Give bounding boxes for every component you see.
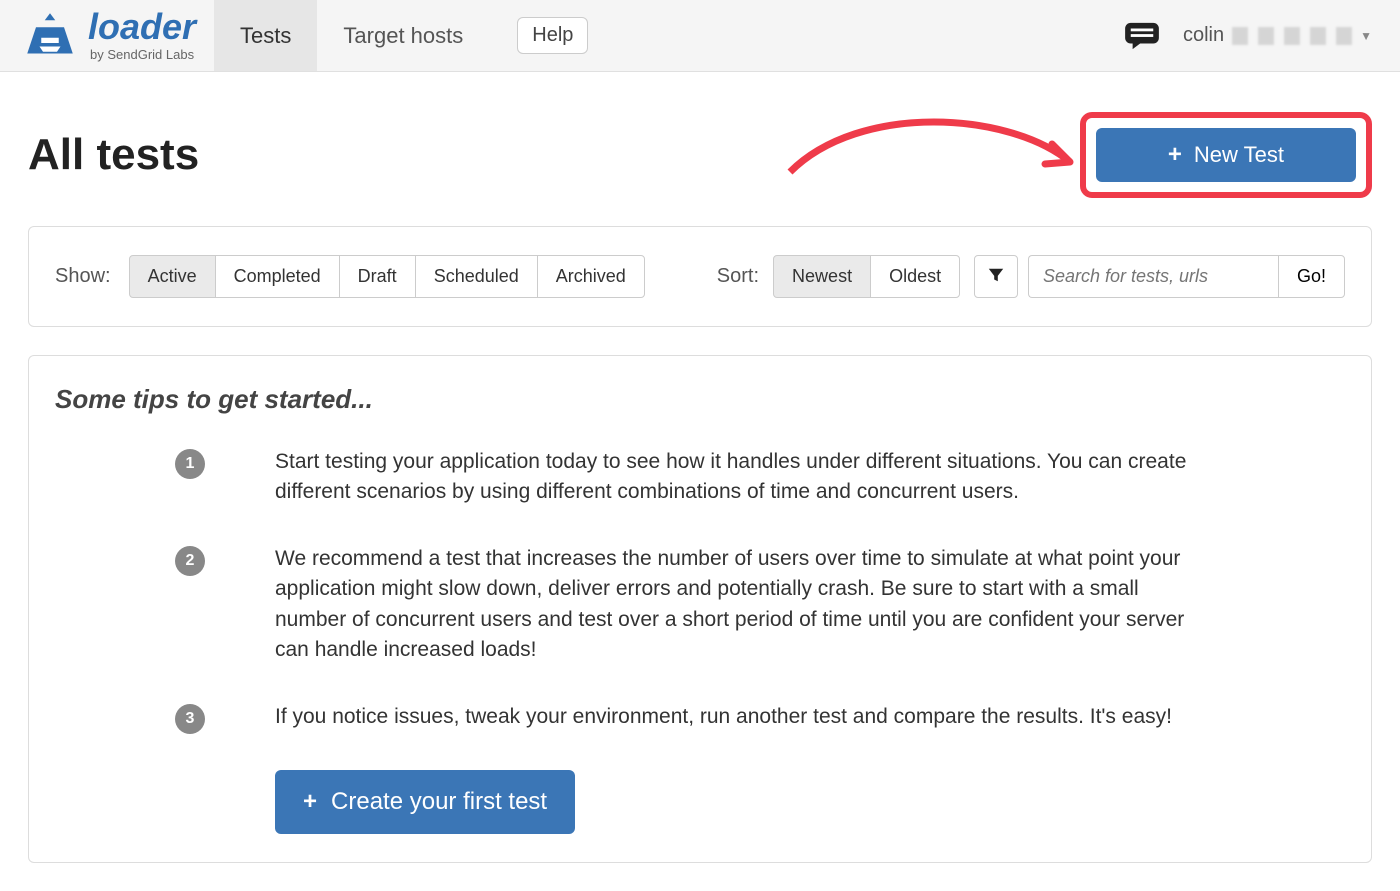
nav-item-tests[interactable]: Tests	[214, 0, 317, 71]
nav-items: Tests Target hosts Help	[214, 0, 588, 71]
user-menu[interactable]: colin ▼	[1183, 24, 1372, 47]
tip-row: 2 We recommend a test that increases the…	[55, 544, 1345, 666]
funnel-icon	[987, 266, 1005, 287]
plus-icon: +	[303, 790, 317, 814]
filter-panel: Show: Active Completed Draft Scheduled A…	[28, 226, 1372, 327]
new-test-label: New Test	[1194, 142, 1284, 168]
plus-icon: +	[1168, 143, 1182, 167]
tips-panel: Some tips to get started... 1 Start test…	[28, 355, 1372, 863]
sort-label: Sort:	[717, 265, 759, 288]
user-name-obscured	[1232, 27, 1352, 45]
show-label: Show:	[55, 265, 111, 288]
create-first-test-label: Create your first test	[331, 788, 547, 816]
new-test-highlight: + New Test	[1080, 112, 1372, 198]
show-filter-archived[interactable]: Archived	[537, 255, 645, 298]
search-input[interactable]	[1028, 255, 1278, 298]
sort-group: Newest Oldest	[773, 255, 960, 298]
caret-down-icon: ▼	[1360, 29, 1372, 43]
show-filter-group: Active Completed Draft Scheduled Archive…	[129, 255, 645, 298]
show-filter-scheduled[interactable]: Scheduled	[415, 255, 538, 298]
nav-right: colin ▼	[1123, 21, 1400, 51]
new-test-button[interactable]: + New Test	[1096, 128, 1356, 182]
help-button[interactable]: Help	[517, 17, 588, 54]
sort-newest[interactable]: Newest	[773, 255, 871, 298]
tip-row: 1 Start testing your application today t…	[55, 447, 1345, 508]
create-first-test-button[interactable]: + Create your first test	[275, 770, 575, 834]
tip-text: If you notice issues, tweak your environ…	[275, 702, 1172, 732]
filter-icon-button[interactable]	[974, 255, 1018, 298]
show-filter-active[interactable]: Active	[129, 255, 216, 298]
page-title: All tests	[28, 130, 199, 180]
show-filter-completed[interactable]: Completed	[215, 255, 340, 298]
tips-title: Some tips to get started...	[55, 384, 1345, 415]
brand-icon	[22, 11, 78, 61]
page-header: All tests + New Test	[0, 72, 1400, 226]
search-go-button[interactable]: Go!	[1278, 255, 1345, 298]
tip-row: 3 If you notice issues, tweak your envir…	[55, 702, 1345, 734]
top-nav: loader by SendGrid Labs Tests Target hos…	[0, 0, 1400, 72]
brand-byline: by SendGrid Labs	[90, 47, 196, 62]
tip-badge: 1	[175, 449, 205, 479]
tip-badge: 2	[175, 546, 205, 576]
sort-oldest[interactable]: Oldest	[870, 255, 960, 298]
user-name-prefix: colin	[1183, 24, 1224, 47]
nav-item-target-hosts[interactable]: Target hosts	[317, 0, 489, 71]
show-filter-draft[interactable]: Draft	[339, 255, 416, 298]
annotation-arrow	[780, 92, 1100, 212]
chat-icon[interactable]	[1123, 21, 1161, 51]
brand-name: loader	[88, 9, 196, 45]
tip-text: Start testing your application today to …	[275, 447, 1205, 508]
tip-text: We recommend a test that increases the n…	[275, 544, 1205, 666]
brand-logo[interactable]: loader by SendGrid Labs	[0, 0, 214, 71]
tip-badge: 3	[175, 704, 205, 734]
